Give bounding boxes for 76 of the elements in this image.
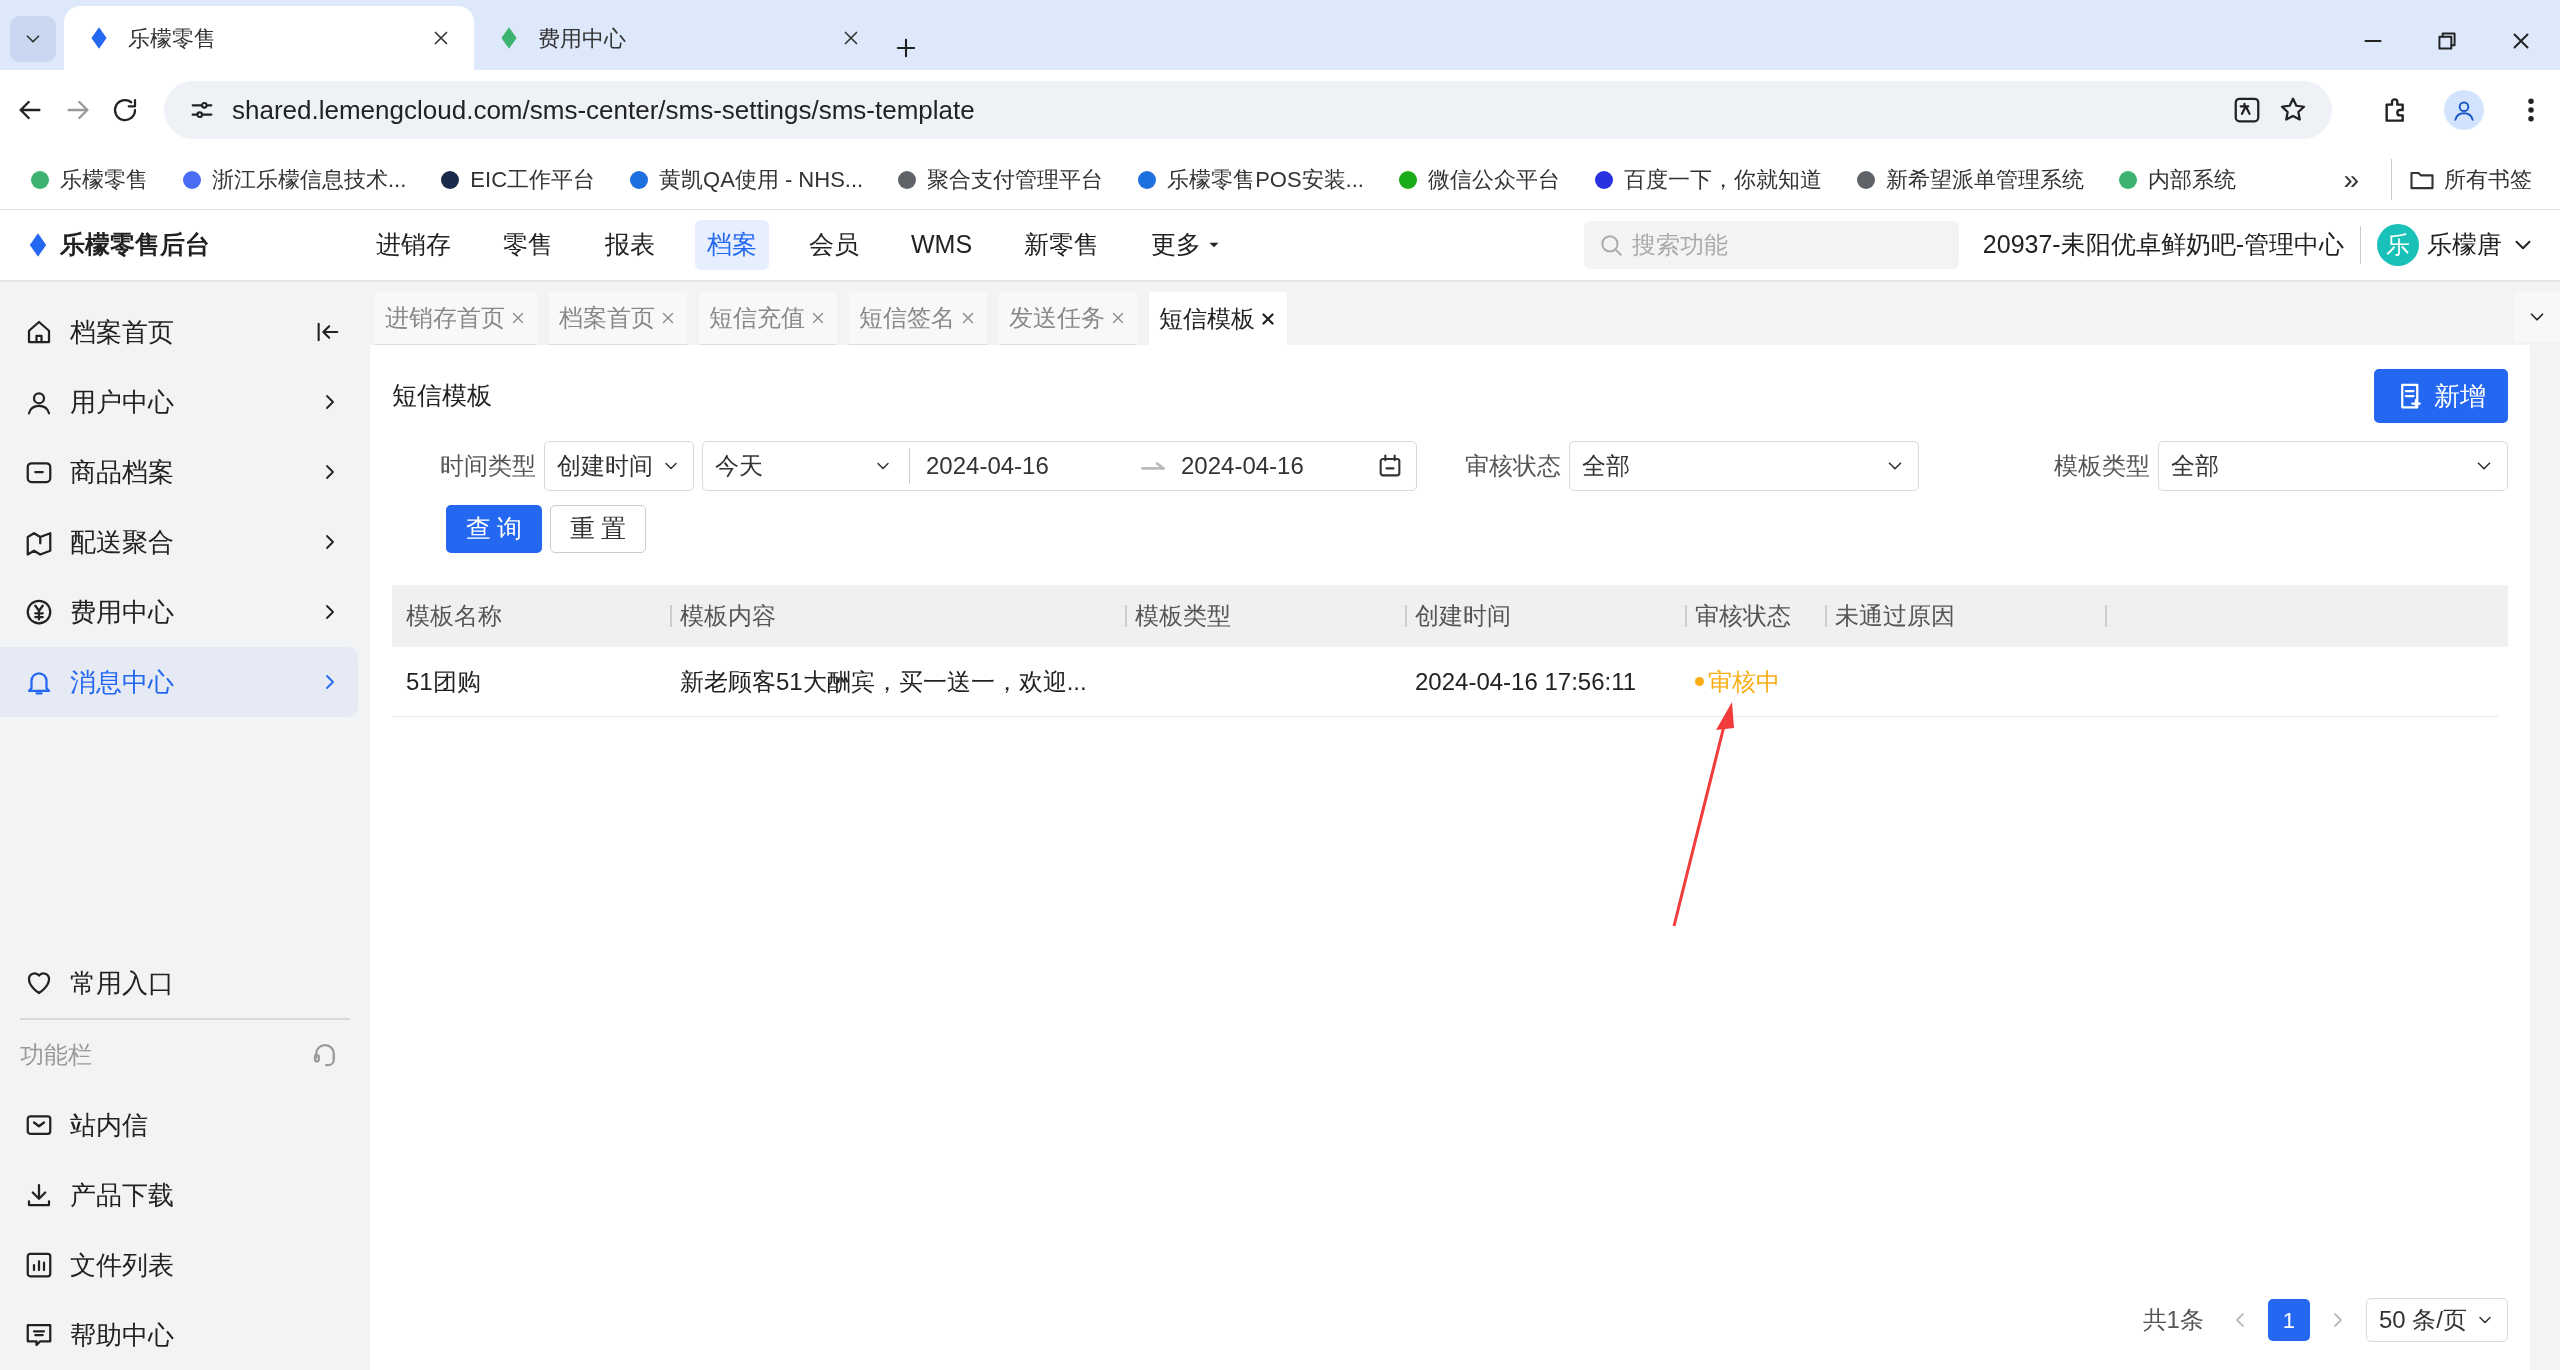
bookmark[interactable]: 乐檬零售POS安装...: [1127, 159, 1372, 200]
filter-label: 审核状态: [1465, 451, 1561, 481]
sidebar-tool[interactable]: 帮助中心: [0, 1300, 358, 1370]
browser-tab[interactable]: 费用中心: [474, 6, 884, 70]
browser-tab[interactable]: 乐檬零售: [64, 6, 474, 70]
user-menu[interactable]: 乐 乐檬唐: [2377, 224, 2536, 266]
nav-item[interactable]: 档案: [695, 220, 769, 270]
avatar: 乐: [2377, 224, 2419, 266]
page-button[interactable]: 1: [2267, 1299, 2310, 1341]
column-header: 模板名称: [406, 601, 502, 631]
date-range-field[interactable]: 今天 2024-04-16 2024-04-16: [702, 441, 1417, 491]
tab-title: 乐檬零售: [128, 24, 217, 53]
translate-icon[interactable]: [2232, 95, 2262, 125]
sidebar-item[interactable]: 档案首页: [0, 297, 358, 367]
sidebar-item[interactable]: 消息中心: [0, 647, 358, 717]
store-name: 20937-耒阳优卓鲜奶吧-管理中心: [1982, 226, 2361, 264]
query-button[interactable]: 查 询: [446, 505, 542, 553]
more-bookmarks-button[interactable]: »: [2343, 158, 2359, 201]
bookmark[interactable]: 聚合支付管理平台: [887, 159, 1112, 200]
bookmark[interactable]: 百度一下，你就知道: [1583, 159, 1830, 200]
status-text: 审核中: [1708, 666, 1780, 697]
start-date: 2024-04-16: [926, 451, 1050, 481]
bookmark[interactable]: 乐檬零售: [20, 159, 156, 200]
status-select[interactable]: 全部: [1569, 441, 1919, 491]
table-cell: 新老顾客51大酬宾，买一送一，欢迎...: [680, 667, 1087, 695]
filter-label: 时间类型: [440, 451, 536, 481]
page-tab[interactable]: 短信模板: [1149, 292, 1287, 345]
column-header: 审核状态: [1695, 601, 1791, 631]
time-type-select[interactable]: 创建时间: [544, 441, 694, 491]
nav-item[interactable]: WMS: [899, 220, 985, 270]
add-button[interactable]: 新增: [2374, 369, 2508, 423]
bookmark[interactable]: EIC工作平台: [430, 159, 604, 200]
bookmark[interactable]: 新希望派单管理系统: [1845, 159, 2092, 200]
nav-item[interactable]: 更多: [1139, 220, 1236, 270]
preset-select[interactable]: 今天: [715, 448, 910, 484]
menu-item-icon: [24, 597, 54, 627]
tool-icon: [24, 1250, 54, 1280]
sidebar-item[interactable]: 配送聚合: [0, 507, 358, 577]
section-label: 功能栏: [20, 1040, 93, 1070]
nav-item[interactable]: 零售: [491, 220, 565, 270]
nav-item[interactable]: 新零售: [1012, 220, 1112, 270]
bookmark[interactable]: 浙江乐檬信息技术...: [172, 159, 415, 200]
sidebar-tool[interactable]: 文件列表: [0, 1230, 358, 1300]
app-logo: 乐檬零售后台: [60, 229, 210, 261]
type-select[interactable]: 全部: [2158, 441, 2508, 491]
tab-title: 费用中心: [538, 24, 627, 53]
page-size-select[interactable]: 50 条/页: [2365, 1298, 2508, 1342]
sidebar-item[interactable]: 用户中心: [0, 367, 358, 437]
filter-label: 模板类型: [2054, 451, 2150, 481]
end-date: 2024-04-16: [1181, 451, 1305, 481]
bookmark[interactable]: 微信公众平台: [1387, 159, 1568, 200]
sidebar-item[interactable]: 商品档案: [0, 437, 358, 507]
column-header: 创建时间: [1415, 601, 1511, 631]
nav-item[interactable]: 进销存: [364, 220, 463, 270]
page-title: 短信模板: [392, 380, 493, 412]
arrow-right-icon: [1141, 462, 1165, 470]
bookmark[interactable]: 内部系统: [2107, 159, 2244, 200]
profile-button[interactable]: [2444, 90, 2484, 130]
column-header: 模板类型: [1135, 601, 1231, 631]
sidebar-item[interactable]: 费用中心: [0, 577, 358, 647]
column-header: 未通过原因: [1835, 601, 1955, 631]
favorites-item[interactable]: 常用入口: [0, 948, 358, 1018]
sidebar-tool[interactable]: 产品下载: [0, 1160, 358, 1230]
table-cell: 2024-04-16 17:56:11: [1415, 667, 1637, 695]
all-bookmarks-button[interactable]: 所有书签: [2391, 159, 2540, 200]
reset-button[interactable]: 重 置: [550, 505, 646, 553]
bookmark[interactable]: 黄凯QA使用 - NHS...: [619, 159, 872, 200]
column-header: 模板内容: [680, 601, 776, 631]
search-placeholder: 搜索功能: [1631, 230, 1728, 260]
sidebar-tool[interactable]: 站内信: [0, 1090, 358, 1160]
url-text: shared.lemengcloud.com/sms-center/sms-settings/sms-template: [232, 93, 976, 127]
nav-item[interactable]: 报表: [593, 220, 667, 270]
table-cell: 51团购: [406, 667, 481, 695]
address-bar[interactable]: shared.lemengcloud.com/sms-center/sms-settings/sms-template: [164, 81, 2332, 139]
nav-item[interactable]: 会员: [797, 220, 871, 270]
total-count: 共1条: [2142, 1305, 2204, 1335]
